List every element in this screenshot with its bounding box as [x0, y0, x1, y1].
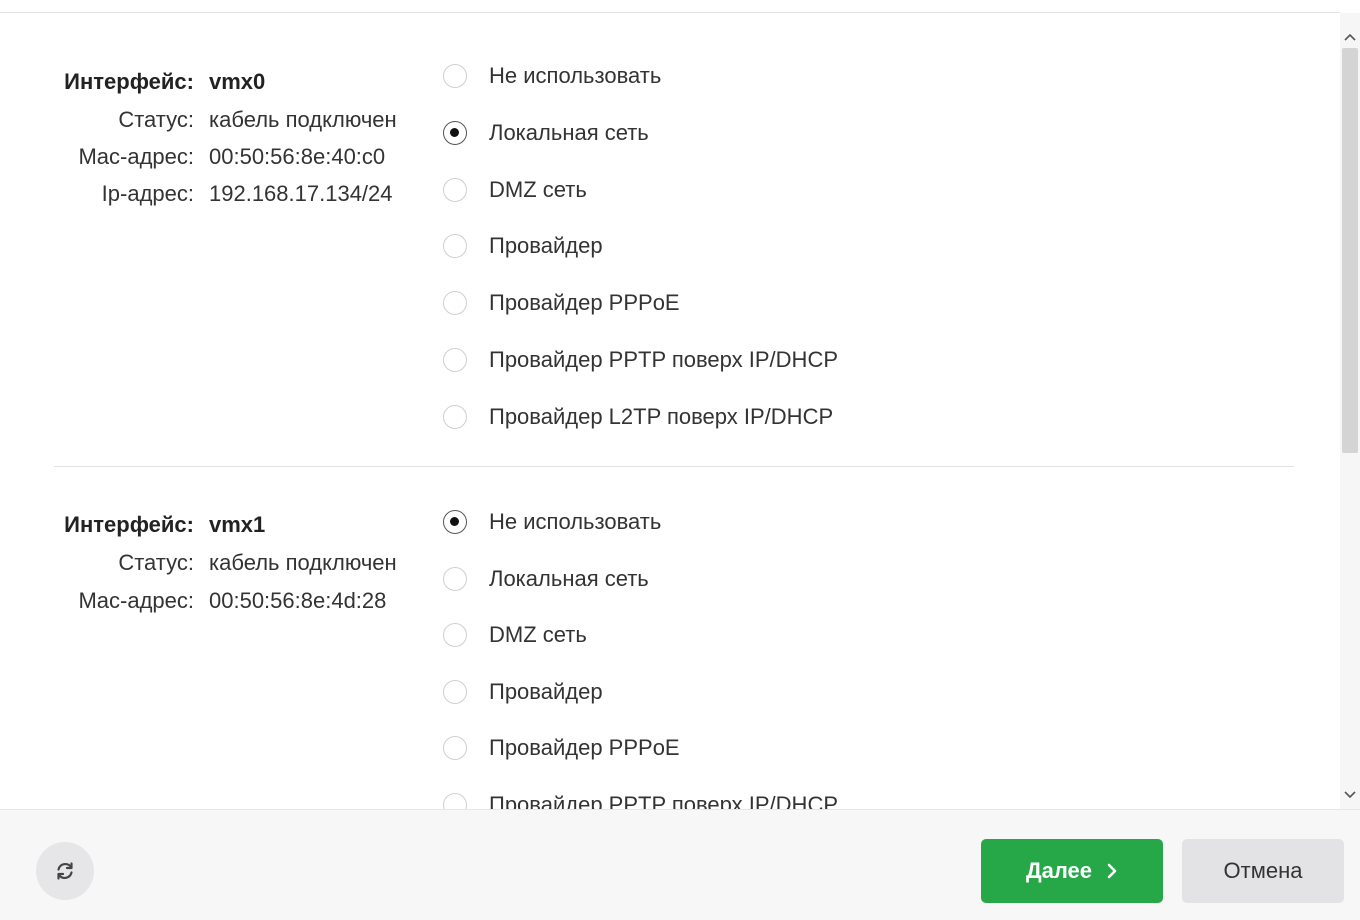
role-option-label: DMZ сеть — [489, 622, 587, 647]
radio-button[interactable] — [443, 623, 467, 647]
vertical-scrollbar[interactable] — [1340, 13, 1360, 809]
scroll-up-icon[interactable] — [1340, 21, 1360, 51]
role-option-label: Провайдер L2TP поверх IP/DHCP — [489, 404, 834, 429]
role-option-label: Провайдер PPTP поверх IP/DHCP — [489, 792, 839, 809]
mac-label: Mac-адрес: — [78, 588, 194, 613]
mac-row: Mac-адрес: 00:50:56:8e:40:c0 — [0, 143, 430, 171]
next-button[interactable]: Далее — [981, 839, 1163, 903]
role-option-dmz[interactable]: DMZ сеть — [443, 173, 1063, 207]
interface-name: vmx0 — [209, 69, 266, 94]
next-button-label: Далее — [1025, 858, 1093, 883]
role-option-pppoe[interactable]: Провайдер PPPoE — [443, 731, 1063, 765]
mac-value: 00:50:56:8e:4d:28 — [209, 588, 387, 613]
status-value: кабель подключен — [209, 107, 397, 132]
radio-button[interactable] — [443, 178, 467, 202]
cancel-button-label: Отмена — [1223, 858, 1303, 883]
status-label: Статус: — [118, 550, 194, 575]
refresh-icon — [54, 860, 76, 882]
status-row: Статус: кабель подключен — [0, 549, 430, 577]
radio-button[interactable] — [443, 567, 467, 591]
role-option-label: Провайдер — [489, 233, 603, 258]
scrollbar-thumb[interactable] — [1342, 48, 1358, 453]
role-option-label: Провайдер — [489, 679, 603, 704]
mac-row: Mac-адрес: 00:50:56:8e:4d:28 — [0, 587, 430, 615]
ip-row: Ip-адрес: 192.168.17.134/24 — [0, 180, 430, 208]
role-option-pptp[interactable]: Провайдер PPTP поверх IP/DHCP — [443, 788, 1063, 809]
role-option-label: Провайдер PPPoE — [489, 290, 680, 315]
radio-button[interactable] — [443, 234, 467, 258]
role-option-unused[interactable]: Не использовать — [443, 59, 1063, 93]
role-option-label: Локальная сеть — [489, 120, 649, 145]
mac-label: Mac-адрес: — [78, 144, 194, 169]
role-option-l2tp[interactable]: Провайдер L2TP поверх IP/DHCP — [443, 400, 1063, 434]
chevron-right-icon — [1106, 863, 1118, 879]
role-option-pptp[interactable]: Провайдер PPTP поверх IP/DHCP — [443, 343, 1063, 377]
interface-name-row: Интерфейс: vmx0 — [0, 68, 430, 96]
interface-name: vmx1 — [209, 512, 266, 537]
status-value: кабель подключен — [209, 550, 397, 575]
radio-button[interactable] — [443, 405, 467, 429]
role-option-lan[interactable]: Локальная сеть — [443, 116, 1063, 150]
interface-label: Интерфейс: — [64, 69, 194, 94]
role-option-unused[interactable]: Не использовать — [443, 505, 1063, 539]
role-option-label: Провайдер PPPoE — [489, 735, 680, 760]
role-option-dmz[interactable]: DMZ сеть — [443, 618, 1063, 652]
role-option-lan[interactable]: Локальная сеть — [443, 562, 1063, 596]
radio-button[interactable] — [443, 510, 467, 534]
radio-button[interactable] — [443, 680, 467, 704]
status-row: Статус: кабель подключен — [0, 106, 430, 134]
radio-button[interactable] — [443, 291, 467, 315]
radio-button[interactable] — [443, 121, 467, 145]
role-option-label: Провайдер PPTP поверх IP/DHCP — [489, 347, 839, 372]
radio-button[interactable] — [443, 64, 467, 88]
radio-button[interactable] — [443, 736, 467, 760]
mac-value: 00:50:56:8e:40:c0 — [209, 144, 386, 169]
dialog-footer: Далее Отмена — [0, 809, 1360, 920]
role-option-provider[interactable]: Провайдер — [443, 675, 1063, 709]
role-option-label: Локальная сеть — [489, 566, 649, 591]
role-option-label: DMZ сеть — [489, 177, 587, 202]
refresh-button[interactable] — [36, 842, 94, 900]
interfaces-scroll-area: Интерфейс: vmx0 Статус: кабель подключен… — [0, 13, 1340, 809]
radio-button[interactable] — [443, 793, 467, 809]
role-option-label: Не использовать — [489, 509, 662, 534]
scroll-down-icon[interactable] — [1340, 779, 1360, 809]
cancel-button[interactable]: Отмена — [1182, 839, 1344, 903]
radio-button[interactable] — [443, 348, 467, 372]
interface-label: Интерфейс: — [64, 512, 194, 537]
role-option-provider[interactable]: Провайдер — [443, 229, 1063, 263]
ip-value: 192.168.17.134/24 — [209, 181, 393, 206]
interface-name-row: Интерфейс: vmx1 — [0, 511, 430, 539]
status-label: Статус: — [118, 107, 194, 132]
role-option-pppoe[interactable]: Провайдер PPPoE — [443, 286, 1063, 320]
interface-divider — [54, 466, 1294, 467]
role-option-label: Не использовать — [489, 63, 662, 88]
ip-label: Ip-адрес: — [101, 181, 194, 206]
